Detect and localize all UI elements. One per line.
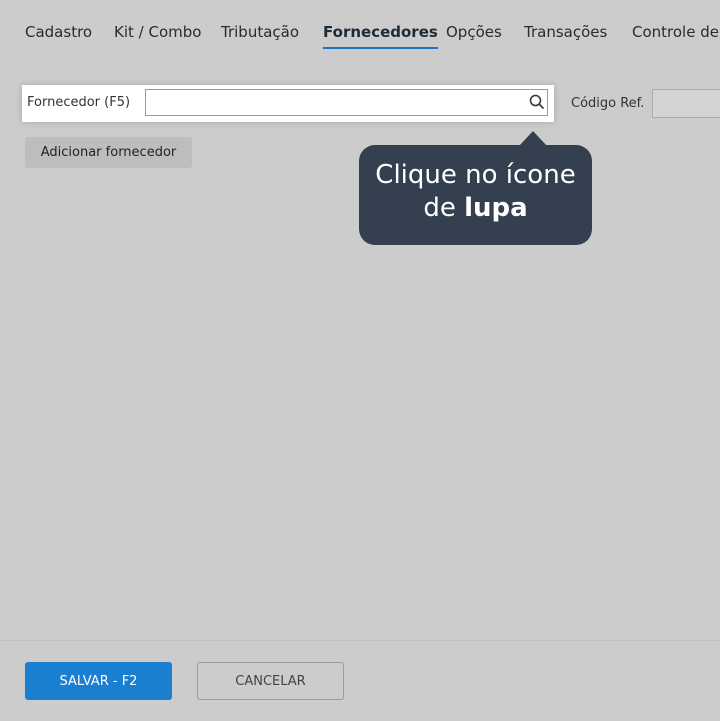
save-button[interactable]: SALVAR - F2	[25, 662, 172, 700]
tooltip-line-1: Clique no ícone	[375, 160, 576, 190]
tooltip-arrow	[519, 131, 547, 146]
tooltip-line-2-prefix: de	[423, 193, 465, 223]
cancel-button[interactable]: CANCELAR	[197, 662, 344, 700]
tooltip-emphasis: lupa	[464, 193, 528, 223]
ref-code-input[interactable]	[652, 89, 720, 118]
tab-controle[interactable]: Controle de	[632, 22, 719, 47]
search-icon[interactable]	[528, 93, 546, 111]
add-supplier-button[interactable]: Adicionar fornecedor	[25, 137, 192, 168]
tab-kit-combo[interactable]: Kit / Combo	[114, 22, 201, 47]
supplier-label: Fornecedor (F5)	[27, 95, 131, 110]
help-tooltip: Clique no ícone de lupa	[359, 145, 592, 245]
tab-fornecedores[interactable]: Fornecedores	[323, 22, 438, 49]
ref-code-label: Código Ref.	[571, 96, 645, 111]
supplier-input[interactable]	[145, 89, 548, 116]
footer-bar: SALVAR - F2 CANCELAR	[0, 640, 720, 721]
tooltip-line-2: de lupa	[359, 192, 592, 225]
tab-cadastro[interactable]: Cadastro	[25, 22, 92, 47]
supplier-field-group: Fornecedor (F5)	[22, 85, 554, 122]
tab-tributacao[interactable]: Tributação	[221, 22, 299, 47]
tab-bar: Cadastro Kit / Combo Tributação Forneced…	[0, 0, 720, 52]
tab-opcoes[interactable]: Opções	[446, 22, 502, 47]
tab-transacoes[interactable]: Transações	[524, 22, 607, 47]
